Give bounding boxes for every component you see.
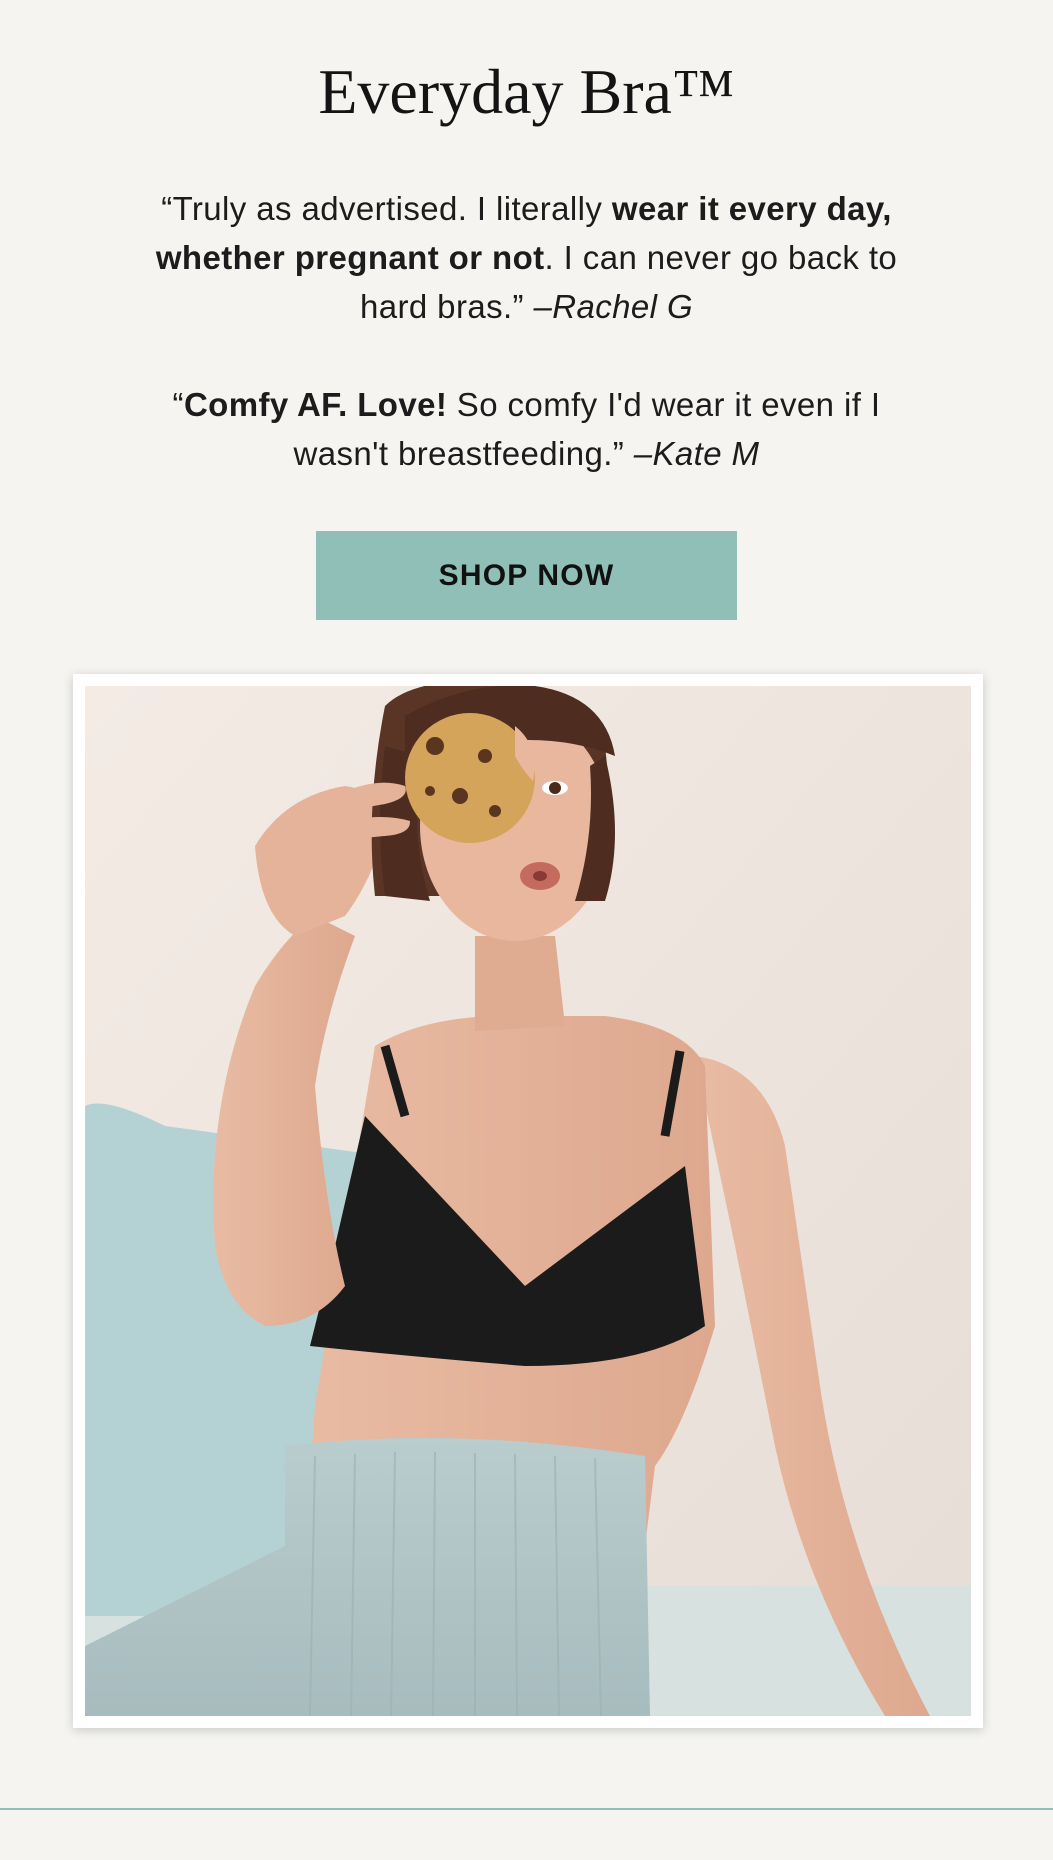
quote-text: “ — [172, 386, 184, 423]
quote-highlight: Comfy AF. Love! — [183, 386, 448, 423]
quote-author: –Rachel G — [533, 288, 694, 325]
quote-author: –Kate M — [633, 435, 760, 472]
section-divider — [0, 1808, 1053, 1810]
model-photo-illustration — [85, 686, 971, 1716]
product-title: Everyday Bra™ — [318, 56, 735, 127]
testimonial-quote: “Comfy AF. Love! So comfy I'd wear it ev… — [150, 380, 903, 478]
product-photo[interactable] — [85, 686, 971, 1716]
quote-text: “Truly as advertised. I literally — [161, 190, 612, 227]
testimonial-quote: “Truly as advertised. I literally wear i… — [120, 184, 933, 331]
product-photo-frame[interactable] — [73, 674, 983, 1728]
shop-now-button[interactable]: SHOP NOW — [316, 531, 737, 620]
email-page: Everyday Bra™ “Truly as advertised. I li… — [0, 0, 1053, 1860]
